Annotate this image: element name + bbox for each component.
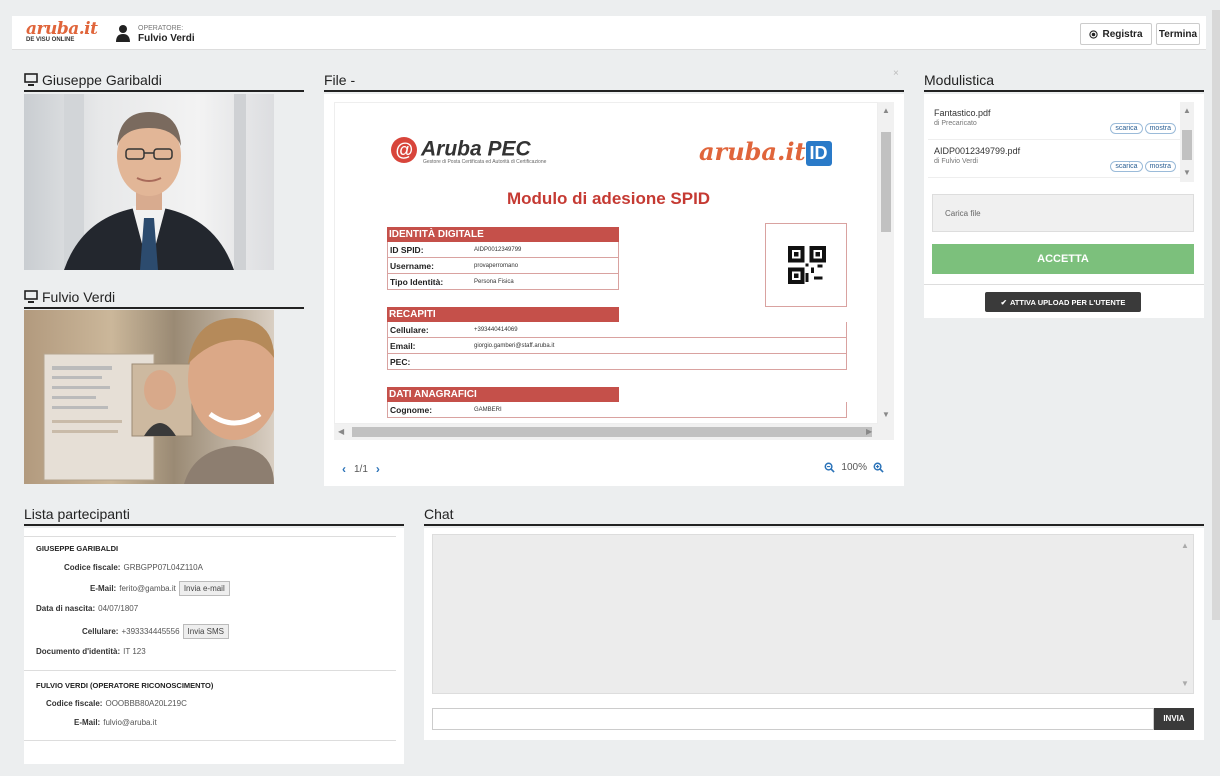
aruba-pec-logo: @ Aruba PEC Gestore di Posta Certificata …: [391, 137, 546, 165]
operator-video: [24, 310, 274, 484]
zoom-out-icon[interactable]: [824, 462, 836, 473]
top-header: aruba.it DE VISU ONLINE OPERATORE: Fulvi…: [12, 16, 1206, 50]
scroll-up-icon[interactable]: ▲: [882, 106, 890, 115]
chat-messages[interactable]: ▲ ▼: [432, 534, 1194, 694]
participant-video: [24, 94, 274, 270]
mostra-button[interactable]: mostra: [1144, 161, 1176, 172]
attiva-upload-button[interactable]: ✔ ATTIVA UPLOAD PER L'UTENTE: [985, 292, 1141, 312]
invia-sms-button[interactable]: Invia SMS: [182, 624, 229, 639]
scroll-down-icon[interactable]: ▼: [1183, 168, 1191, 177]
scroll-left-icon[interactable]: ◀: [338, 427, 344, 436]
document-viewer[interactable]: @ Aruba PEC Gestore di Posta Certificata …: [334, 102, 878, 424]
list-item: AIDP0012349799.pdf di Fulvio Verdi scari…: [928, 140, 1180, 178]
document-title: Modulo di adesione SPID: [507, 189, 711, 208]
codice-fiscale-row: Codice fiscale: OOOBBB80A20L219C: [46, 699, 187, 708]
doc-section-recapiti: RECAPITI Cellulare: +393440414069 Email: g…: [387, 307, 847, 370]
monitor-icon: [24, 73, 38, 86]
scroll-right-icon[interactable]: ▶: [866, 427, 872, 436]
data-nascita-row: Data di nascita: 04/07/1807: [36, 604, 139, 613]
chat-input[interactable]: [432, 708, 1154, 730]
scroll-thumb[interactable]: [1182, 130, 1192, 160]
participant-video-title: Giuseppe Garibaldi: [24, 72, 304, 92]
divider: [24, 536, 396, 537]
registra-button[interactable]: Registra: [1080, 23, 1152, 45]
modulistica-title: Modulistica: [924, 72, 1204, 92]
mostra-button[interactable]: mostra: [1144, 123, 1176, 134]
doc-section-identita: IDENTITÀ DIGITALE ID SPID: AIDP0012349799…: [387, 227, 619, 290]
scroll-up-icon[interactable]: ▲: [1183, 106, 1191, 115]
codice-fiscale-row: Codice fiscale: GRBGPP07L04Z110A: [64, 563, 203, 572]
at-icon: @: [391, 137, 417, 163]
operator-label: OPERATORE:: [138, 25, 184, 32]
participant-name: FULVIO VERDI (OPERATORE RICONOSCIMENTO): [36, 681, 214, 690]
list-item: Fantastico.pdf di Precaricato scarica mo…: [928, 102, 1180, 140]
pager: ‹ 1/1 ›: [342, 462, 380, 476]
scroll-thumb[interactable]: [352, 427, 872, 437]
file-title: File -: [324, 72, 904, 92]
accetta-button[interactable]: ACCETTA: [932, 244, 1194, 274]
aruba-id-logo: aruba.it ID: [699, 137, 832, 166]
file-list: Fantastico.pdf di Precaricato scarica mo…: [928, 102, 1180, 182]
scroll-thumb[interactable]: [881, 132, 891, 232]
scroll-down-icon[interactable]: ▼: [1181, 679, 1189, 688]
qr-code: [765, 223, 847, 307]
documento-row: Documento d'identità: IT 123: [36, 647, 146, 656]
file-viewer-footer: ‹ 1/1 › 100%: [334, 460, 894, 480]
divider: [924, 284, 1204, 285]
chevron-left-icon[interactable]: ‹: [342, 462, 346, 476]
monitor-icon: [24, 290, 38, 303]
doc-row: ID SPID: AIDP0012349799: [387, 242, 619, 258]
email-row: E-Mail: fulvio@aruba.it: [74, 718, 157, 727]
email-row: E-Mail: ferito@gamba.it Invia e-mail: [90, 581, 230, 596]
participant-name: GIUSEPPE GARIBALDI: [36, 544, 119, 553]
divider: [24, 670, 396, 671]
scroll-down-icon[interactable]: ▼: [882, 410, 890, 419]
aruba-logo: aruba.it DE VISU ONLINE: [26, 19, 98, 43]
operator-photo: [43, 318, 274, 484]
zoom-controls: 100%: [824, 462, 884, 473]
cellulare-row: Cellulare: +393334445556 Invia SMS: [82, 624, 229, 639]
doc-row: Cellulare: +393440414069: [387, 322, 847, 338]
file-list-scrollbar[interactable]: ▲ ▼: [1180, 102, 1194, 182]
zoom-level: 100%: [841, 462, 867, 473]
scarica-button[interactable]: scarica: [1110, 123, 1143, 134]
chat-title: Chat: [424, 506, 1204, 526]
termina-button[interactable]: Termina: [1156, 23, 1200, 45]
close-icon[interactable]: ×: [893, 68, 899, 79]
operator-video-title: Fulvio Verdi: [24, 289, 304, 309]
operator-name: Fulvio Verdi: [138, 33, 195, 44]
doc-row: PEC:: [387, 354, 847, 370]
chevron-right-icon[interactable]: ›: [376, 462, 380, 476]
scroll-up-icon[interactable]: ▲: [1181, 541, 1189, 550]
page-indicator: 1/1: [354, 463, 368, 475]
carica-file-dropzone[interactable]: Carica file: [932, 194, 1194, 232]
record-icon: [1089, 29, 1099, 39]
page-scrollbar[interactable]: [1212, 10, 1220, 620]
doc-row: Username: provaperromano: [387, 258, 619, 274]
document-vertical-scrollbar[interactable]: ▲ ▼: [878, 102, 894, 424]
divider: [24, 740, 396, 741]
partecipanti-title: Lista partecipanti: [24, 506, 404, 526]
check-icon: ✔: [1000, 297, 1007, 307]
invia-email-button[interactable]: Invia e-mail: [178, 581, 230, 596]
invia-button[interactable]: INVIA: [1154, 708, 1194, 730]
doc-row: Email: giorgio.gamberi@staff.aruba.it: [387, 338, 847, 354]
doc-row: Cognome: GAMBERI: [387, 402, 847, 418]
doc-row: Tipo Identità: Persona Fisica: [387, 274, 619, 290]
scarica-button[interactable]: scarica: [1110, 161, 1143, 172]
user-icon: [116, 25, 130, 42]
document-horizontal-scrollbar[interactable]: ◀ ▶: [334, 424, 894, 440]
zoom-in-icon[interactable]: [873, 462, 884, 473]
doc-section-anagrafici: DATI ANAGRAFICI Cognome: GAMBERI: [387, 387, 847, 418]
participant-photo: [64, 94, 246, 270]
